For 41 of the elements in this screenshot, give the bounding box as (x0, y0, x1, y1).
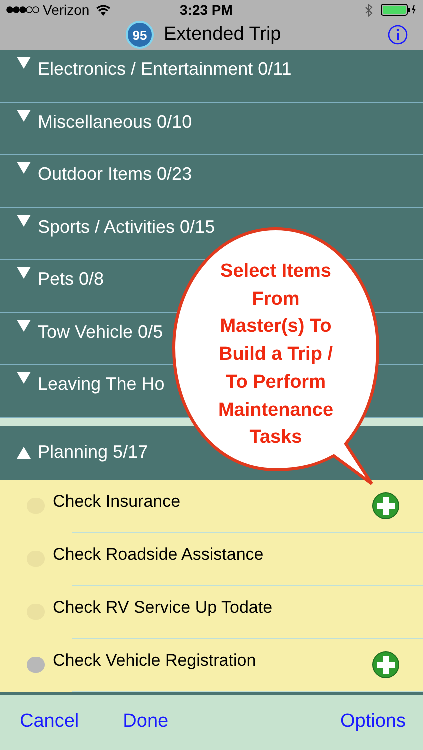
expand-triangle-icon (16, 56, 32, 70)
list-item[interactable]: Check Insurance (0, 480, 423, 532)
section-label: Leaving The Ho (38, 373, 165, 396)
expand-triangle-icon (16, 371, 32, 385)
nav-title: Extended Trip (164, 23, 282, 47)
app-logo: 95 (126, 21, 154, 50)
info-icon[interactable] (388, 25, 408, 45)
section-label: Miscellaneous 0/10 (38, 110, 192, 134)
wifi-icon (96, 4, 111, 16)
expand-triangle-icon (16, 214, 32, 228)
signal-icon (6, 6, 40, 14)
section-label: Pets 0/8 (38, 268, 104, 291)
list-item[interactable]: Check RV Service Up Todate (0, 586, 423, 638)
section-label: Outdoor Items 0/23 (38, 163, 192, 186)
collapse-triangle-icon (16, 446, 32, 460)
section-header[interactable]: Miscellaneous 0/10 (0, 102, 423, 155)
section-label: Tow Vehicle 0/5 (38, 320, 164, 344)
section-header[interactable]: Outdoor Items 0/23 (0, 155, 423, 208)
options-button[interactable]: Options (340, 708, 406, 737)
clock-label: 3:23 PM (180, 0, 233, 20)
carrier-label: Verizon (43, 0, 90, 20)
item-label: Check Vehicle Registration (53, 650, 256, 672)
battery-icon (381, 4, 417, 16)
toolbar-button[interactable]: Cancel (20, 708, 80, 737)
list-item[interactable]: Check Vehicle Registration (0, 638, 423, 692)
section-header[interactable]: Electronics / Entertainment 0/11 (0, 50, 423, 102)
expand-triangle-icon (16, 161, 32, 175)
expand-triangle-icon (16, 266, 32, 280)
item-label: Check Insurance (53, 491, 181, 514)
section-label: Electronics / Entertainment 0/11 (38, 58, 292, 81)
bluetooth-icon (365, 4, 373, 16)
item-label: Check RV Service Up Todate (53, 597, 273, 620)
add-icon[interactable] (372, 650, 400, 678)
expand-triangle-icon (16, 108, 32, 122)
section-label: Planning 5/17 (38, 441, 148, 464)
add-icon[interactable] (372, 492, 400, 520)
section-label: Sports / Activities 0/15 (38, 216, 216, 239)
item-label: Check Roadside Assistance (53, 544, 264, 566)
list-item[interactable]: Check Roadside Assistance (0, 532, 423, 586)
toolbar-button[interactable]: Done (123, 708, 169, 737)
expand-triangle-icon (16, 318, 32, 332)
